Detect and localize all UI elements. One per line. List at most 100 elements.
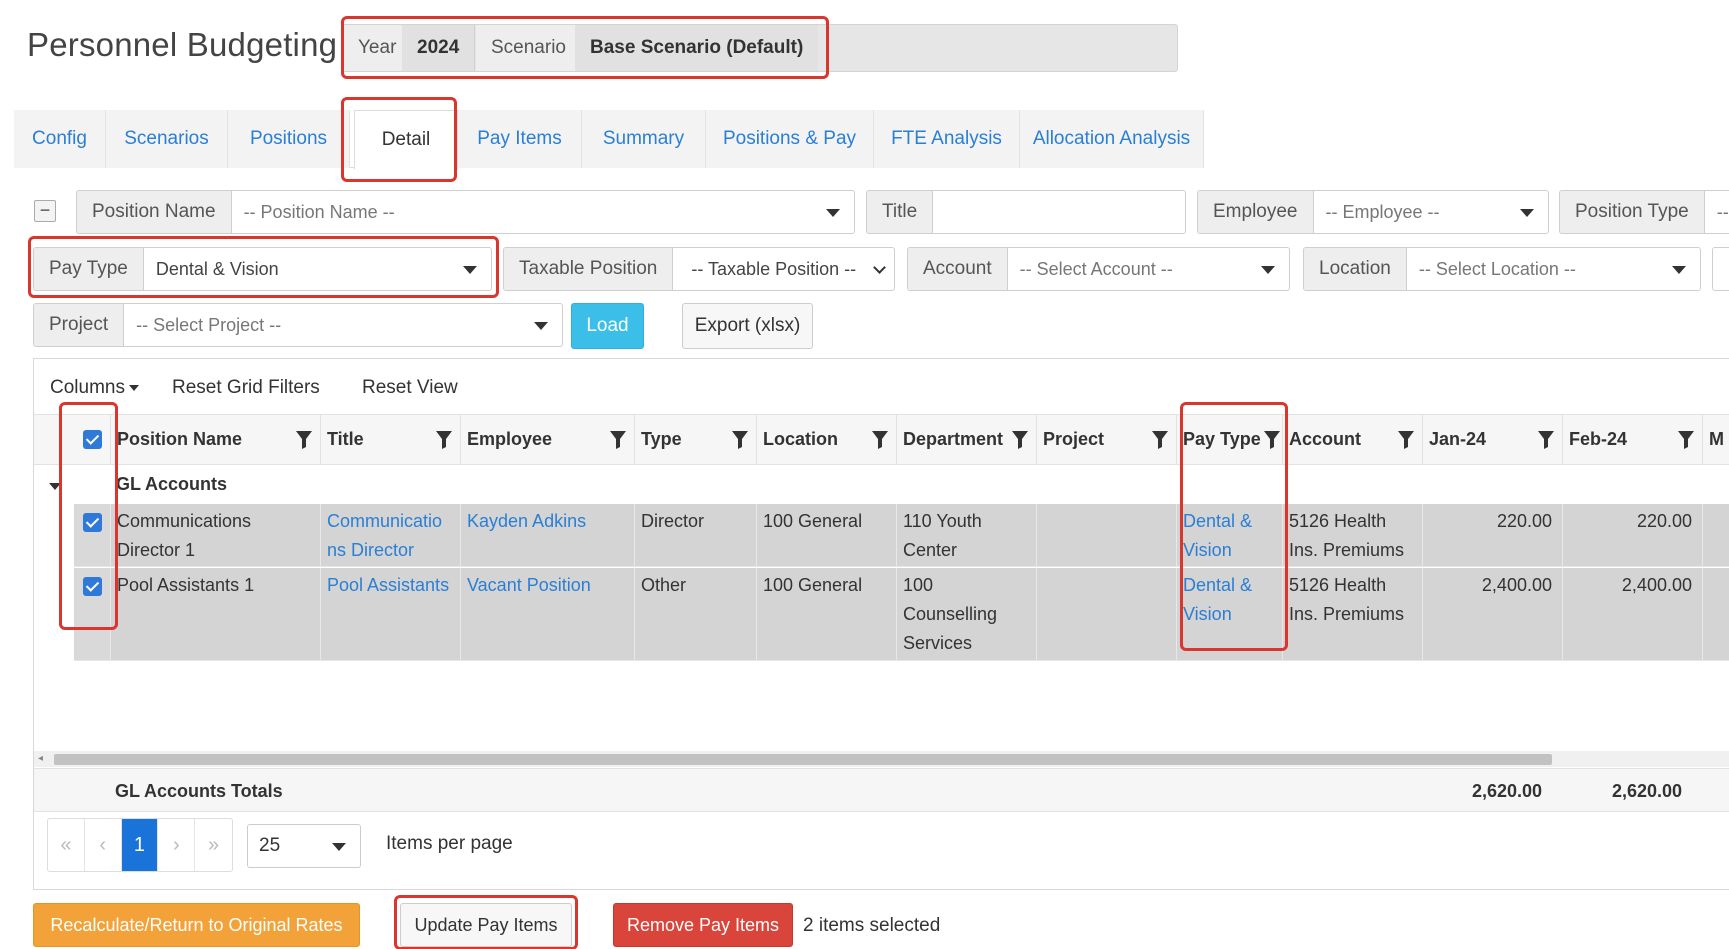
column-header-department[interactable]: Department [897, 415, 1037, 464]
column-header-employee[interactable]: Employee [461, 415, 635, 464]
title-input[interactable] [933, 191, 1185, 233]
caret-down-icon [1261, 266, 1275, 274]
column-header-account[interactable]: Account [1283, 415, 1423, 464]
table-row[interactable]: Communications Director 1 Communicatio ns … [74, 504, 1729, 567]
filter-icon[interactable] [1538, 431, 1554, 449]
column-header-position-name[interactable]: Position Name [111, 415, 321, 464]
scroll-left-arrow-icon[interactable]: ◂ [38, 753, 43, 764]
employee-select[interactable]: -- Employee -- [1314, 191, 1549, 233]
export-xlsx-button[interactable]: Export (xlsx) [682, 303, 813, 349]
cell-pay-type-link[interactable]: Dental & Vision [1177, 504, 1283, 566]
cell-title-link[interactable]: Communicatio ns Director [321, 504, 461, 566]
position-type-select[interactable]: -- [1705, 191, 1729, 233]
column-header-feb-24[interactable]: Feb-24 [1563, 415, 1703, 464]
columns-menu-button[interactable]: Columns [50, 377, 139, 399]
filter-icon[interactable] [872, 431, 888, 449]
previous-page-button[interactable]: ‹ [85, 819, 122, 871]
tab-fte-analysis[interactable]: FTE Analysis [874, 110, 1020, 168]
cell-location: 100 General [757, 568, 897, 660]
filter-icon[interactable] [1012, 431, 1028, 449]
tab-positions[interactable]: Positions [228, 110, 350, 168]
row-checkbox[interactable] [83, 513, 102, 532]
filter-icon[interactable] [610, 431, 626, 449]
expand-arrow-icon[interactable] [49, 483, 61, 490]
load-button[interactable]: Load [571, 303, 644, 349]
cell-project [1037, 568, 1177, 660]
row-select-cell [74, 568, 111, 660]
group-row-gl-accounts[interactable]: GL Accounts [34, 465, 1729, 503]
cell-project [1037, 504, 1177, 566]
employee-filter[interactable]: Employee -- Employee -- [1197, 190, 1549, 234]
remove-pay-items-button[interactable]: Remove Pay Items [613, 903, 793, 947]
reset-grid-filters-button[interactable]: Reset Grid Filters [172, 377, 320, 399]
tab-scenarios[interactable]: Scenarios [106, 110, 228, 168]
column-header-jan-24[interactable]: Jan-24 [1423, 415, 1563, 464]
collapse-minus-icon[interactable]: − [34, 200, 56, 222]
tab-allocation-analysis[interactable]: Allocation Analysis [1020, 110, 1204, 168]
tab-detail[interactable]: Detail [354, 110, 458, 170]
location-filter[interactable]: Location -- Select Location -- [1303, 247, 1701, 291]
account-label: Account [908, 248, 1008, 290]
cell-pay-type-link[interactable]: Dental & Vision [1177, 568, 1283, 660]
select-all-checkbox[interactable] [83, 430, 102, 449]
column-header-location[interactable]: Location [757, 415, 897, 464]
column-header-type[interactable]: Type [635, 415, 757, 464]
year-value[interactable]: 2024 [402, 25, 476, 71]
filter-icon[interactable] [732, 431, 748, 449]
column-header-pay-type[interactable]: Pay Type [1177, 415, 1283, 464]
position-name-select[interactable]: -- Position Name -- [232, 191, 854, 233]
totals-feb-24: 2,620.00 [1612, 781, 1683, 801]
pay-type-filter[interactable]: Pay Type Dental & Vision [33, 247, 492, 291]
column-header-title[interactable]: Title [321, 415, 461, 464]
taxable-position-filter[interactable]: Taxable Position -- Taxable Position -- [503, 247, 895, 291]
table-row[interactable]: Pool Assistants 1 Pool Assistants Vacant… [74, 568, 1729, 661]
next-page-button[interactable]: › [158, 819, 196, 871]
reset-view-button[interactable]: Reset View [362, 377, 458, 399]
additional-filter[interactable] [1712, 247, 1729, 291]
data-grid: Columns Reset Grid Filters Reset View Po… [33, 358, 1729, 890]
pay-type-select[interactable]: Dental & Vision [144, 248, 491, 290]
row-checkbox[interactable] [83, 577, 102, 596]
update-pay-items-button[interactable]: Update Pay Items [400, 903, 572, 947]
tab-config[interactable]: Config [14, 110, 106, 168]
caret-down-icon [128, 384, 139, 391]
taxable-position-select[interactable]: -- Taxable Position -- [673, 248, 894, 290]
grid-header: Position Name Title Employee Type Locati… [34, 414, 1729, 465]
tab-pay-items[interactable]: Pay Items [458, 110, 582, 168]
recalculate-button[interactable]: Recalculate/Return to Original Rates [33, 903, 360, 947]
account-filter[interactable]: Account -- Select Account -- [907, 247, 1290, 291]
page-size-select[interactable]: 25 [247, 824, 361, 868]
totals-jan-24: 2,620.00 [1472, 781, 1543, 801]
filter-icon[interactable] [1152, 431, 1168, 449]
project-select[interactable]: -- Select Project -- [124, 304, 562, 346]
project-filter[interactable]: Project -- Select Project -- [33, 303, 563, 347]
tab-summary[interactable]: Summary [582, 110, 706, 168]
account-select[interactable]: -- Select Account -- [1008, 248, 1289, 290]
title-filter[interactable]: Title [866, 190, 1186, 234]
cell-employee-link[interactable]: Kayden Adkins [461, 504, 635, 566]
cell-title-link[interactable]: Pool Assistants [321, 568, 461, 660]
scrollbar-thumb[interactable] [54, 754, 1552, 765]
filter-icon[interactable] [1678, 431, 1694, 449]
cell-employee-link[interactable]: Vacant Position [461, 568, 635, 660]
last-page-button[interactable]: » [195, 819, 232, 871]
page-1-button[interactable]: 1 [121, 819, 159, 871]
scenario-value[interactable]: Base Scenario (Default) [575, 25, 819, 71]
filter-icon[interactable] [436, 431, 452, 449]
caret-down-icon [1520, 209, 1534, 217]
position-type-filter[interactable]: Position Type -- [1559, 190, 1729, 234]
filter-icon[interactable] [1264, 431, 1280, 449]
first-page-button[interactable]: « [48, 819, 85, 871]
filter-icon[interactable] [296, 431, 312, 449]
cell-account: 5126 Health Ins. Premiums [1283, 568, 1423, 660]
column-header-mar-24[interactable]: M [1703, 415, 1729, 464]
column-header-project[interactable]: Project [1037, 415, 1177, 464]
filter-icon[interactable] [1398, 431, 1414, 449]
cell-type: Director [635, 504, 757, 566]
totals-label: GL Accounts Totals [115, 781, 283, 801]
position-name-filter[interactable]: Position Name -- Position Name -- [76, 190, 855, 234]
tab-positions-and-pay[interactable]: Positions & Pay [706, 110, 874, 168]
horizontal-scrollbar[interactable]: ◂ [34, 751, 1729, 767]
location-select[interactable]: -- Select Location -- [1407, 248, 1700, 290]
caret-down-icon [332, 843, 346, 851]
